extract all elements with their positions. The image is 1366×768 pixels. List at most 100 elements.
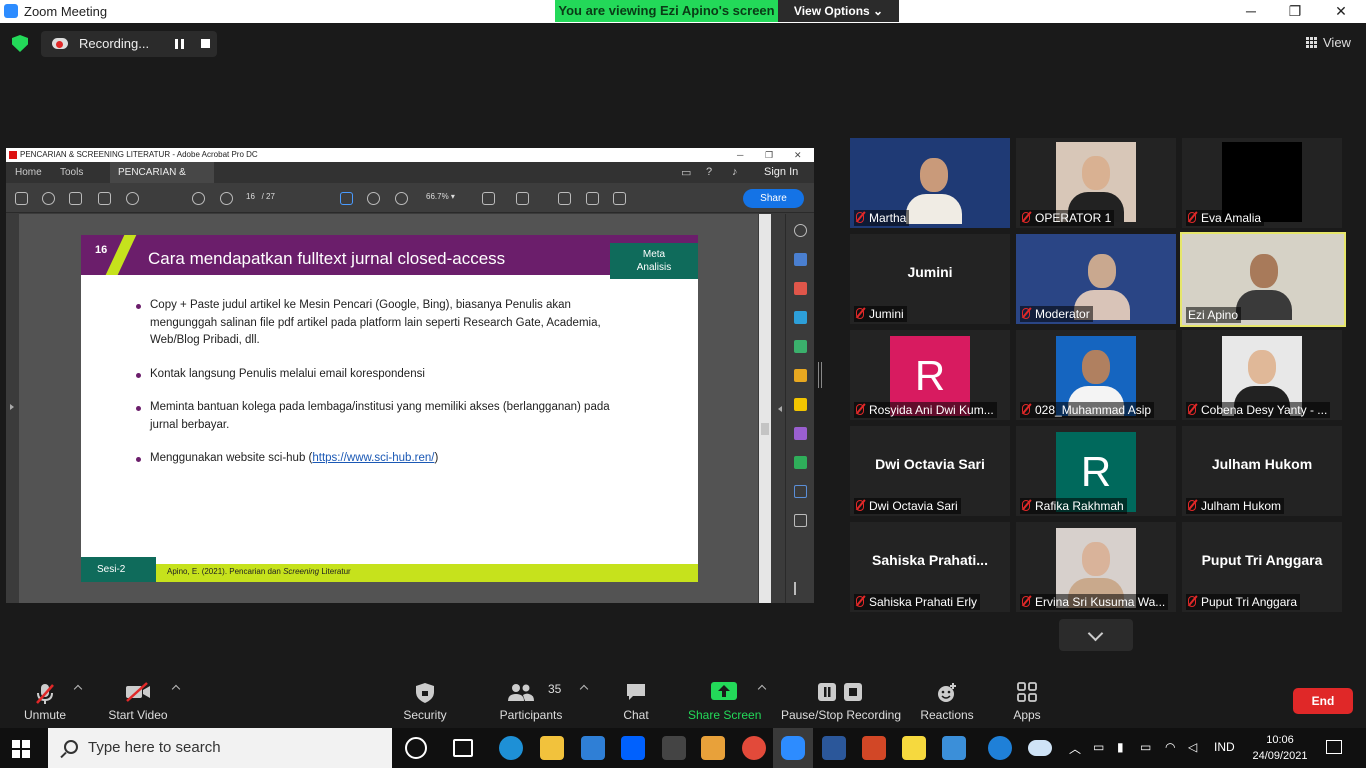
pause-stop-icon: [818, 683, 862, 701]
taskbar-search-box[interactable]: Type here to search: [48, 728, 392, 768]
zoom-level: 66.7% ▾: [426, 192, 455, 201]
cortana-icon[interactable]: [405, 737, 427, 759]
participant-tile[interactable]: Ervina Sri Kusuma Wa...: [1016, 522, 1176, 612]
view-label: View: [1323, 35, 1351, 50]
participant-tile[interactable]: Moderator: [1016, 234, 1176, 324]
windows-start-icon[interactable]: [12, 740, 30, 758]
reactions-button[interactable]: Reactions: [918, 670, 976, 728]
gallery-next-page-button[interactable]: [1059, 619, 1133, 651]
share-screen-icon: [711, 682, 737, 700]
combine-files-icon: [794, 369, 807, 382]
start-video-button[interactable]: Start Video: [104, 670, 172, 728]
chat-button[interactable]: Chat: [616, 670, 656, 728]
participants-options-caret[interactable]: [579, 684, 589, 694]
participant-tile[interactable]: 028_Muhammad Asip: [1016, 330, 1176, 420]
powerpoint-icon[interactable]: [862, 736, 886, 760]
muted-mic-icon: [856, 212, 864, 223]
encryption-shield-icon[interactable]: [12, 35, 28, 52]
help-icon[interactable]: [988, 736, 1012, 760]
print-icon: [69, 192, 82, 205]
audio-options-caret[interactable]: [73, 684, 83, 694]
body-shape: [1236, 290, 1292, 320]
participant-tile[interactable]: Dwi Octavia Sari Dwi Octavia Sari: [850, 426, 1010, 516]
face-shape: [1082, 542, 1110, 576]
participant-tile[interactable]: R Rosyida Ani Dwi Kum...: [850, 330, 1010, 420]
participant-tile[interactable]: OPERATOR 1: [1016, 138, 1176, 228]
apps-icon: [1017, 682, 1037, 702]
reactions-label: Reactions: [920, 708, 974, 722]
zoom-taskbar-icon[interactable]: [781, 736, 805, 760]
end-meeting-button[interactable]: End: [1293, 688, 1353, 714]
search-icon: [126, 192, 139, 205]
view-options-button[interactable]: View Options ⌄: [778, 0, 899, 22]
camera-tray-icon[interactable]: ▭: [1093, 740, 1104, 754]
participant-name: Rosyida Ani Dwi Kum...: [854, 402, 997, 418]
muted-mic-icon: [1022, 308, 1030, 319]
volume-icon[interactable]: ◁: [1188, 740, 1197, 754]
participant-tile[interactable]: R Rafika Rakhmah: [1016, 426, 1176, 516]
participant-name-text: 028_Muhammad Asip: [1035, 403, 1152, 417]
video-options-caret[interactable]: [171, 684, 181, 694]
notification-icon[interactable]: [1326, 740, 1342, 754]
unmute-button[interactable]: Unmute: [15, 670, 75, 728]
participant-tile[interactable]: Martha: [850, 138, 1010, 228]
mail-icon[interactable]: [581, 736, 605, 760]
task-view-icon[interactable]: [453, 739, 473, 757]
minimize-button[interactable]: ─: [1228, 1, 1274, 23]
view-layout-button[interactable]: View: [1306, 35, 1351, 50]
maximize-button[interactable]: ❐: [1272, 1, 1318, 23]
participant-tile[interactable]: Cobena Desy Yanty - ...: [1182, 330, 1342, 420]
winamp-icon[interactable]: [662, 736, 686, 760]
windows-taskbar: Type here to search ︿ ▭ ▮ ▭ ◠ ◁ IND 10:0…: [0, 728, 1366, 768]
acrobat-toolbar: 16 / 27 66.7% ▾ Share: [6, 183, 814, 213]
slide-tag: Meta Analisis: [610, 243, 698, 279]
security-button[interactable]: Security: [398, 670, 452, 728]
participant-tile[interactable]: Julham Hukom Julham Hukom: [1182, 426, 1342, 516]
email-icon: [98, 192, 111, 205]
edit-pdf-icon: [794, 282, 807, 295]
participant-tile[interactable]: Puput Tri Anggara Puput Tri Anggara: [1182, 522, 1342, 612]
participant-tile[interactable]: Eva Amalia: [1182, 138, 1342, 228]
participant-name-text: Jumini: [869, 307, 904, 321]
participant-name-text: Puput Tri Anggara: [1201, 595, 1298, 609]
battery-icon[interactable]: ▭: [1140, 740, 1151, 754]
apps-button[interactable]: Apps: [1006, 670, 1048, 728]
dropbox-icon[interactable]: [621, 736, 645, 760]
media-player-icon[interactable]: [701, 736, 725, 760]
stop-recording-icon[interactable]: [201, 39, 210, 48]
file-explorer-icon[interactable]: [540, 736, 564, 760]
word-icon[interactable]: [822, 736, 846, 760]
session-label: Sesi-2: [81, 557, 156, 582]
chrome-icon[interactable]: [742, 736, 766, 760]
share-screen-label: Share Screen: [688, 708, 762, 722]
tray-chevron-icon[interactable]: ︿: [1069, 740, 1081, 757]
taskbar-clock[interactable]: 10:06 24/09/2021: [1250, 732, 1310, 764]
participants-button[interactable]: 35 Participants: [496, 670, 566, 728]
close-button[interactable]: ✕: [1318, 1, 1364, 23]
sticky-notes-icon[interactable]: [902, 736, 926, 760]
more-tools-icon: [794, 514, 807, 527]
face-shape: [1088, 254, 1116, 288]
participant-tile[interactable]: Sahiska Prahati... Sahiska Prahati Erly: [850, 522, 1010, 612]
pause-stop-recording-button[interactable]: Pause/Stop Recording: [780, 670, 902, 728]
body-shape: [906, 194, 962, 224]
scrollbar-thumb: [761, 423, 769, 435]
photos-icon[interactable]: [942, 736, 966, 760]
language-indicator[interactable]: IND: [1214, 740, 1235, 754]
onedrive-icon[interactable]: [1028, 740, 1052, 756]
hand-tool-icon: [340, 192, 353, 205]
select-arrow-icon: [313, 192, 319, 205]
edge-icon[interactable]: [499, 736, 523, 760]
protect-icon: [794, 485, 807, 498]
pause-recording-icon[interactable]: [175, 39, 184, 49]
wifi-icon[interactable]: ◠: [1165, 740, 1175, 754]
participants-count: 35: [548, 682, 562, 696]
tab-document: PENCARIAN & SC...×: [110, 162, 214, 199]
pause-stop-label: Pause/Stop Recording: [780, 708, 902, 722]
mic-tray-icon[interactable]: ▮: [1117, 740, 1124, 754]
split-view-handle[interactable]: [818, 362, 822, 388]
share-screen-button[interactable]: Share Screen: [688, 670, 762, 728]
active-speaker-tile[interactable]: Ezi Apino: [1180, 232, 1346, 327]
participant-tile[interactable]: Jumini Jumini: [850, 234, 1010, 324]
participant-name: 028_Muhammad Asip: [1020, 402, 1155, 418]
